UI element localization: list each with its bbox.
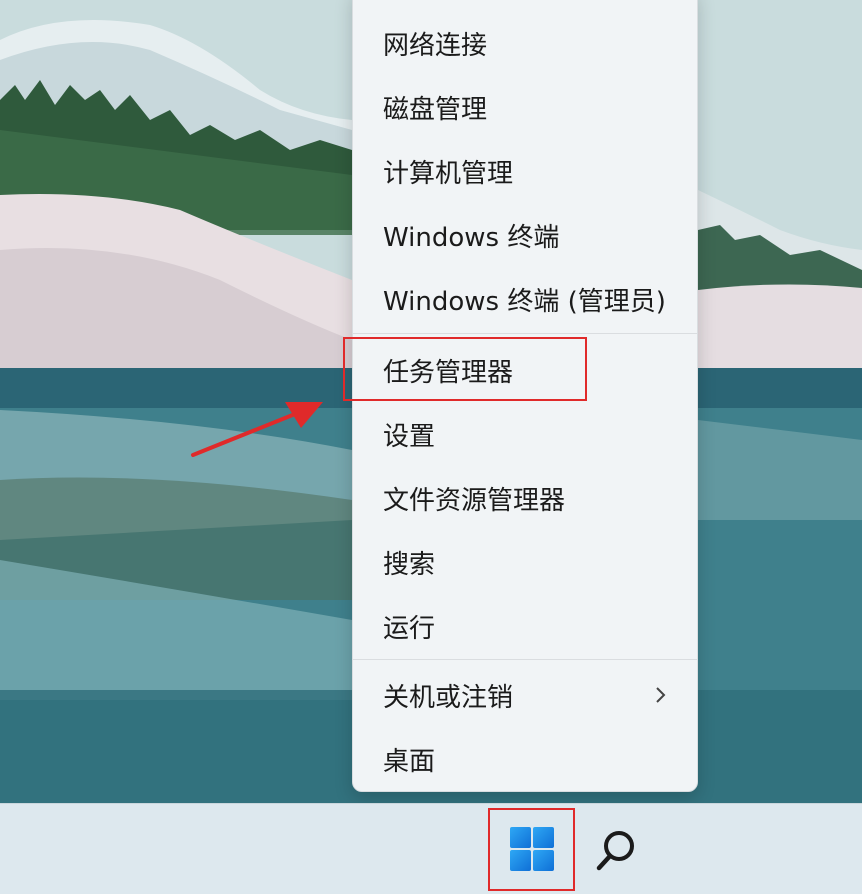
menu-item-label: Windows 终端	[383, 222, 560, 253]
windows-logo-icon	[510, 827, 554, 871]
menu-item-disk-management[interactable]: 磁盘管理	[353, 77, 697, 137]
red-arrow-icon	[191, 402, 323, 457]
menu-item-label: 桌面	[383, 746, 436, 777]
menu-item-shutdown-signout[interactable]: 关机或注销	[353, 665, 697, 725]
search-button[interactable]	[584, 818, 648, 882]
menu-item-label: Windows 终端 (管理员)	[383, 286, 666, 317]
menu-item-label: 设置	[383, 421, 436, 452]
menu-item-settings[interactable]: 设置	[353, 404, 697, 464]
taskbar	[0, 803, 862, 894]
search-icon	[596, 831, 634, 871]
menu-item-run[interactable]: 运行	[353, 596, 697, 656]
menu-separator	[353, 659, 697, 660]
menu-item-computer-management[interactable]: 计算机管理	[353, 141, 697, 201]
menu-item-windows-terminal-admin[interactable]: Windows 终端 (管理员)	[353, 269, 697, 329]
menu-item-label: 任务管理器	[383, 357, 514, 388]
menu-item-windows-terminal[interactable]: Windows 终端	[353, 205, 697, 265]
menu-item-network-connections[interactable]: 网络连接	[353, 13, 697, 73]
menu-item-label: 磁盘管理	[383, 94, 488, 125]
start-context-menu: 网络连接 磁盘管理 计算机管理 Windows 终端 Windows 终端 (管…	[352, 0, 698, 792]
menu-item-label: 网络连接	[383, 30, 488, 61]
menu-separator	[353, 333, 697, 334]
menu-item-search[interactable]: 搜索	[353, 532, 697, 592]
start-button[interactable]	[490, 808, 574, 890]
chevron-right-icon	[656, 687, 666, 703]
menu-item-label: 运行	[383, 613, 436, 644]
menu-item-file-explorer[interactable]: 文件资源管理器	[353, 468, 697, 528]
menu-item-label: 搜索	[383, 549, 436, 580]
menu-item-task-manager[interactable]: 任务管理器	[353, 340, 697, 400]
menu-item-label: 文件资源管理器	[383, 485, 566, 516]
menu-item-desktop[interactable]: 桌面	[353, 729, 697, 789]
menu-item-label: 计算机管理	[383, 158, 514, 189]
menu-item-label: 关机或注销	[383, 682, 514, 713]
